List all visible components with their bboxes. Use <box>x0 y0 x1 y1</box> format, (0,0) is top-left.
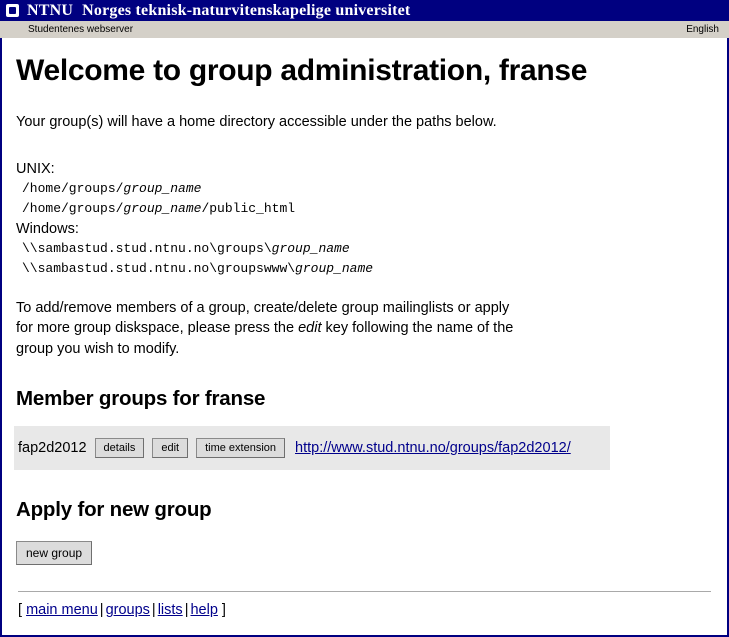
unix-path-1-placeholder: group_name <box>123 181 202 196</box>
site-subbar: Studentenes webserver English <box>0 21 729 38</box>
edit-button[interactable]: edit <box>152 438 189 459</box>
footer-divider <box>18 591 711 593</box>
windows-path-2-placeholder: group_name <box>295 261 374 277</box>
site-brand: NTNU <box>27 1 74 19</box>
unix-path-2-suffix: /public_html <box>201 201 296 217</box>
footer-link-lists[interactable]: lists <box>158 602 183 618</box>
windows-label: Windows: <box>16 221 79 238</box>
footer-link-main-menu[interactable]: main menu <box>26 602 98 618</box>
apply-new-group-heading: Apply for new group <box>16 498 212 522</box>
member-groups-heading: Member groups for franse <box>16 387 266 411</box>
unix-path-2-placeholder: group_name <box>123 201 202 217</box>
windows-path-1-prefix: \\sambastud.stud.ntnu.no\groups\ <box>22 241 272 257</box>
subbar-service-label: Studentenes webserver <box>28 24 134 35</box>
group-name-cell: fap2d2012 <box>18 440 87 457</box>
time-extension-button[interactable]: time extension <box>196 438 286 459</box>
table-row: fap2d2012 details edit time extension ht… <box>14 438 610 459</box>
new-group-button[interactable]: new group <box>16 541 93 566</box>
page-title: Welcome to group administration, franse <box>16 54 588 87</box>
site-title: NTNU Norges teknisk-naturvitenskapelige u… <box>27 2 410 20</box>
home-directory-paths: UNIX: /home/groups/group_name /home/grou… <box>16 159 715 280</box>
unix-path-1: /home/groups/group_name <box>16 179 715 199</box>
windows-path-1: \\sambastud.stud.ntnu.no\groups\group_na… <box>16 239 715 259</box>
intro-paragraph: Your group(s) will have a home directory… <box>16 114 497 130</box>
site-tagline: Norges teknisk-naturvitenskapelige unive… <box>82 1 411 19</box>
page-content: Welcome to group administration, franse … <box>0 38 729 637</box>
ntnu-square-logo-icon <box>6 4 19 17</box>
windows-path-2-prefix: \\sambastud.stud.ntnu.no\groupswww\ <box>22 261 296 277</box>
instructions-emphasis: edit <box>298 320 322 337</box>
footer-link-groups[interactable]: groups <box>106 602 150 618</box>
footer-nav: [ main menu | groups | lists | help ] <box>18 602 715 618</box>
instructions-paragraph: To add/remove members of a group, create… <box>16 298 526 360</box>
group-homepage-link[interactable]: http://www.stud.ntnu.no/groups/fap2d2012… <box>295 440 571 456</box>
unix-label: UNIX: <box>16 161 55 177</box>
language-switch-english[interactable]: English <box>686 24 719 35</box>
footer-separator-2: | <box>151 602 156 619</box>
details-button[interactable]: details <box>94 438 145 459</box>
windows-path-2: \\sambastud.stud.ntnu.no\groupswww\group… <box>16 259 715 279</box>
footer-close-bracket: ] <box>221 602 226 619</box>
site-titlebar: NTNU Norges teknisk-naturvitenskapelige u… <box>0 0 729 21</box>
unix-path-2: /home/groups/group_name/public_html <box>16 199 715 219</box>
windows-path-1-placeholder: group_name <box>271 241 350 257</box>
footer-separator-1: | <box>99 602 104 619</box>
footer-link-help[interactable]: help <box>190 602 217 618</box>
footer-open-bracket: [ <box>18 602 23 619</box>
unix-path-2-prefix: /home/groups/ <box>22 201 124 217</box>
unix-path-1-prefix: /home/groups/ <box>22 181 124 196</box>
new-group-button-wrap: new group <box>16 541 715 566</box>
member-groups-table: fap2d2012 details edit time extension ht… <box>14 426 610 471</box>
